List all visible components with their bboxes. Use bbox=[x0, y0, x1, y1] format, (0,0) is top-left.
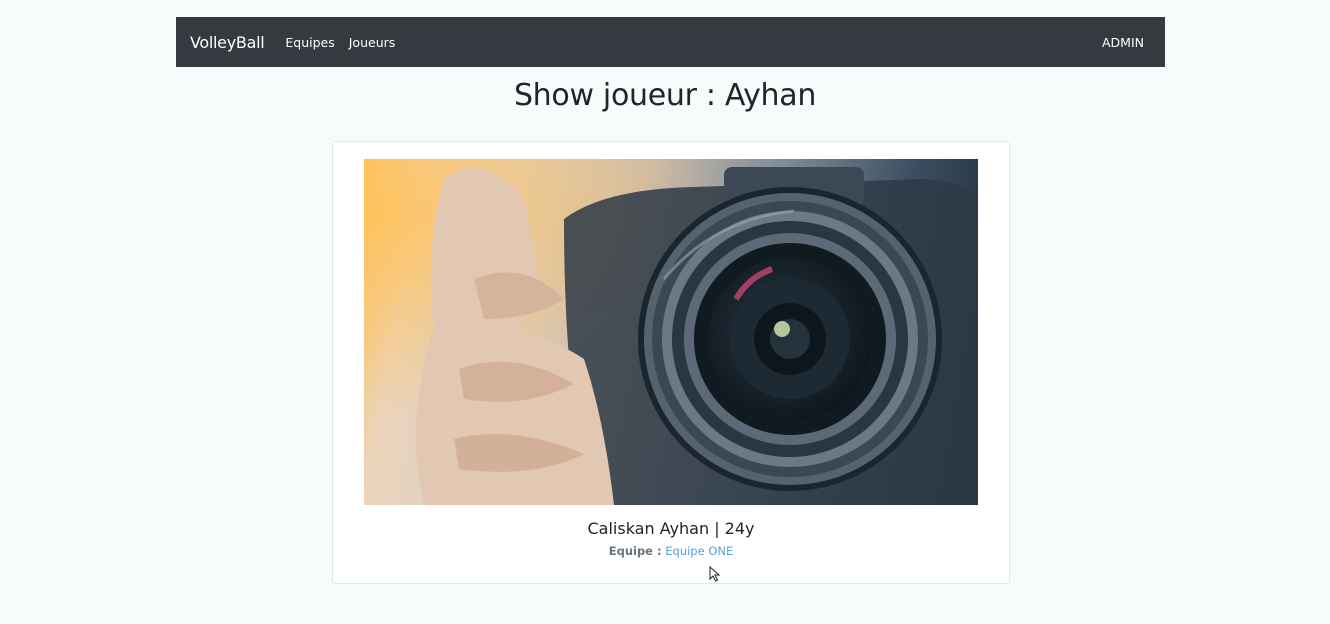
top-navbar: VolleyBall Equipes Joueurs ADMIN bbox=[176, 17, 1165, 67]
page-title: Show joueur : Ayhan bbox=[513, 78, 817, 113]
team-link[interactable]: Equipe ONE bbox=[665, 544, 733, 558]
mouse-cursor-icon bbox=[709, 566, 721, 582]
brand-link[interactable]: VolleyBall bbox=[190, 33, 265, 52]
player-photo bbox=[364, 159, 978, 505]
nav-link-equipes[interactable]: Equipes bbox=[285, 35, 334, 50]
camera-photo-illustration bbox=[364, 159, 978, 505]
player-card: Caliskan Ayhan | 24y Equipe : Equipe ONE bbox=[332, 141, 1010, 584]
team-label: Equipe : bbox=[608, 544, 662, 558]
nav-link-joueurs[interactable]: Joueurs bbox=[349, 35, 396, 50]
team-line: Equipe : Equipe ONE bbox=[333, 544, 1009, 558]
player-name-age: Caliskan Ayhan | 24y bbox=[587, 519, 755, 538]
admin-link[interactable]: ADMIN bbox=[1102, 35, 1144, 50]
